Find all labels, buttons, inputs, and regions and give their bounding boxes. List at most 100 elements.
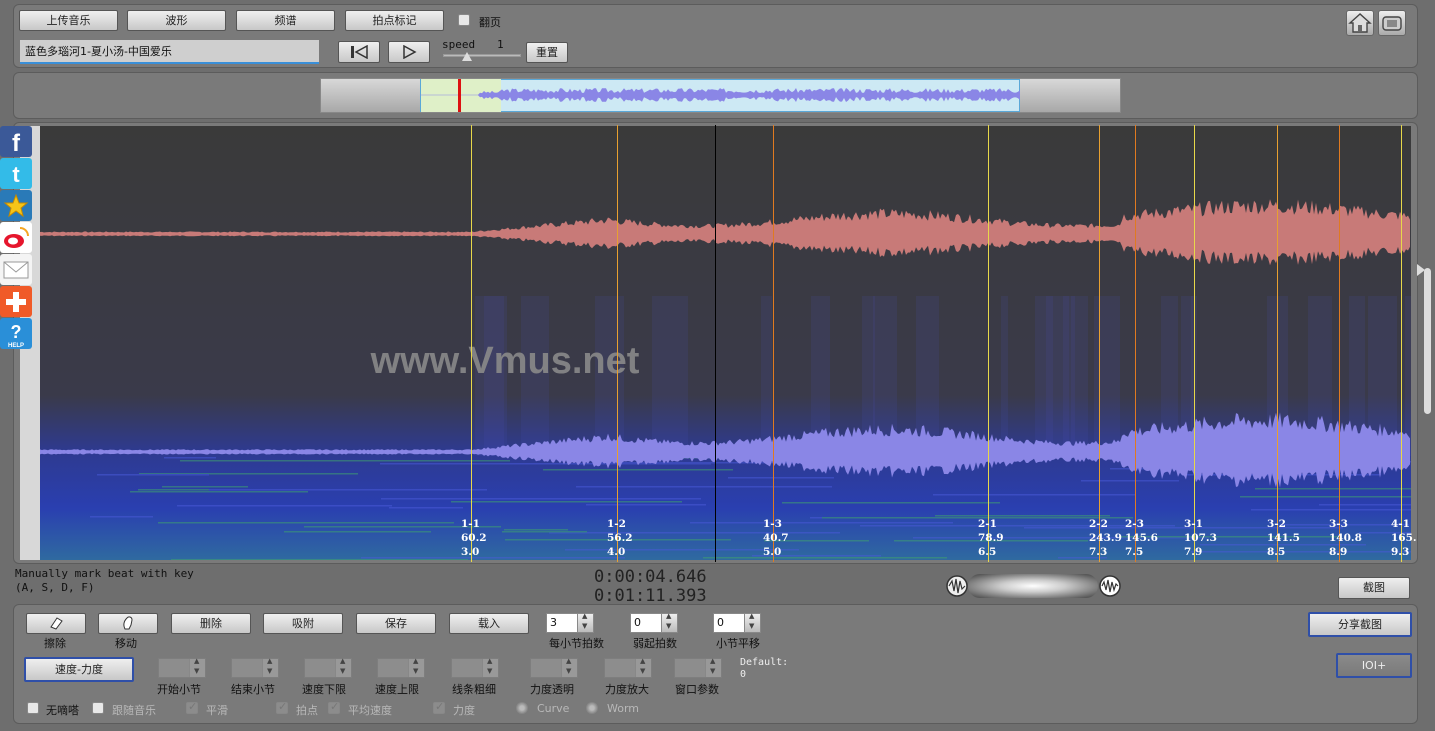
move-hand-icon [123, 616, 133, 630]
hint-line-2: (A, S, D, F) [15, 581, 95, 594]
spectrum-button[interactable]: 频谱 [236, 10, 335, 31]
skip-back-icon [351, 44, 368, 60]
facebook-share-button[interactable]: f [0, 126, 32, 157]
overview-strip[interactable] [320, 78, 1121, 113]
erase-button[interactable] [26, 613, 86, 634]
force-label: 力度 [453, 704, 475, 717]
beat-marker-bar: 1-3 [763, 518, 782, 530]
bar-shift-stepper[interactable]: 0 [713, 612, 761, 633]
beat-marker-line[interactable] [1401, 125, 1402, 562]
smooth-checkbox[interactable] [186, 700, 198, 714]
flip-page-checkbox[interactable] [458, 14, 470, 26]
beat-marker-label: 1-3 40.7 5.0 [763, 517, 789, 559]
overview-waveform [420, 88, 1020, 102]
beat-marker-line[interactable] [988, 125, 989, 562]
scroll-arrow[interactable] [1417, 264, 1425, 276]
beat-marker-label: 2-2 243.9 7.3 [1089, 517, 1122, 559]
beat-marker-line[interactable] [471, 125, 472, 562]
beat-marker-label: 2-3 145.6 7.5 [1125, 517, 1158, 559]
song-title-text: 蓝色多瑙河1-夏小汤-中国爱乐 [25, 45, 172, 58]
beat-marker-label: 1-2 56.2 4.0 [607, 517, 633, 559]
curve-radio[interactable] [516, 702, 528, 714]
fullscreen-button[interactable] [1378, 10, 1406, 36]
beat-marker-line[interactable] [1135, 125, 1136, 562]
beat-marker-bar: 2-2 [1089, 518, 1108, 530]
start-bar-label: 开始小节 [157, 683, 201, 696]
weibo-share-button[interactable] [0, 222, 32, 253]
load-button[interactable]: 载入 [449, 613, 529, 634]
plus-share-button[interactable] [0, 286, 32, 317]
vertical-scrollbar[interactable] [1424, 268, 1431, 414]
beat-marker-label: 1-1 60.2 3.0 [461, 517, 487, 559]
play-button[interactable] [388, 41, 430, 63]
beats-per-bar-stepper[interactable]: 3 [546, 612, 594, 633]
beat-marker-line[interactable] [773, 125, 774, 562]
smooth-label: 平滑 [206, 704, 228, 717]
help-share-button[interactable]: ? HELP [0, 318, 32, 349]
start-bar-stepper[interactable] [158, 657, 206, 678]
volume-slider[interactable] [946, 573, 1122, 599]
pickup-beats-stepper[interactable]: 0 [630, 612, 678, 633]
speed-force-button[interactable]: 速度-力度 [24, 657, 134, 682]
no-click-checkbox[interactable] [27, 702, 39, 714]
beat-marker-line[interactable] [617, 125, 618, 562]
line-width-stepper[interactable] [451, 657, 499, 678]
end-bar-stepper[interactable] [231, 657, 279, 678]
ioi-button[interactable]: IOI+ [1336, 653, 1412, 678]
rewind-button[interactable] [338, 41, 380, 63]
beat-marker-tempo: 78.9 [978, 532, 1004, 544]
delete-button[interactable]: 删除 [171, 613, 251, 634]
beat-marker-tempo: 60.2 [461, 532, 487, 544]
share-screenshot-button[interactable]: 分享截图 [1308, 612, 1412, 637]
beat-marker-line[interactable] [1099, 125, 1100, 562]
waveform-button[interactable]: 波形 [127, 10, 226, 31]
volume-track[interactable] [968, 574, 1098, 598]
song-title-field[interactable]: 蓝色多瑙河1-夏小汤-中国爱乐 [20, 40, 319, 64]
force-scale-stepper[interactable] [604, 657, 652, 678]
twitter-share-button[interactable]: t [0, 158, 32, 189]
speed-min-stepper[interactable] [304, 657, 352, 678]
spectrogram-canvas[interactable]: www.Vmus.net [40, 126, 1411, 560]
no-click-label: 无嘀嗒 [46, 704, 79, 717]
window-param-label: 窗口参数 [675, 683, 719, 696]
beat-marker-bar: 1-1 [461, 518, 480, 530]
beat-marker-bar: 2-1 [978, 518, 997, 530]
speed-max-stepper[interactable] [377, 657, 425, 678]
upload-music-button[interactable]: 上传音乐 [19, 10, 118, 31]
beat-mark-button[interactable]: 拍点标记 [345, 10, 444, 31]
svg-text:?: ? [11, 322, 22, 342]
beat-point-label: 拍点 [296, 704, 318, 717]
speed-slider-track[interactable] [443, 54, 521, 57]
move-button[interactable] [98, 613, 158, 634]
force-alpha-stepper[interactable] [530, 657, 578, 678]
beat-marker-line[interactable] [1339, 125, 1340, 562]
mail-share-button[interactable] [0, 254, 32, 285]
follow-music-checkbox[interactable] [92, 702, 104, 714]
beat-marker-tempo: 141.5 [1267, 532, 1300, 544]
reset-button[interactable]: 重置 [526, 42, 568, 63]
beat-point-checkbox[interactable] [276, 700, 288, 714]
playhead-line[interactable] [715, 125, 716, 562]
speed-min-label: 速度下限 [302, 683, 346, 696]
svg-text:t: t [12, 162, 20, 187]
beat-marker-time: 5.0 [763, 546, 782, 558]
home-button[interactable] [1346, 10, 1374, 36]
window-param-stepper[interactable] [674, 657, 722, 678]
beat-marker-line[interactable] [1277, 125, 1278, 562]
avg-speed-checkbox[interactable] [328, 700, 340, 714]
move-label: 移动 [115, 637, 137, 650]
worm-radio[interactable] [586, 702, 598, 714]
beat-marker-line[interactable] [1194, 125, 1195, 562]
force-checkbox[interactable] [433, 700, 445, 714]
star-share-button[interactable] [0, 190, 32, 221]
beat-marker-tempo: 40.7 [763, 532, 789, 544]
speed-slider-thumb[interactable] [462, 52, 472, 61]
save-button[interactable]: 保存 [356, 613, 436, 634]
curve-label: Curve [537, 702, 570, 715]
overview-playhead[interactable] [458, 79, 461, 112]
snap-button[interactable]: 吸附 [263, 613, 343, 634]
beat-marker-label: 3-1 107.3 7.9 [1184, 517, 1217, 559]
beat-marker-tempo: 56.2 [607, 532, 633, 544]
screenshot-button[interactable]: 截图 [1338, 577, 1410, 599]
pickup-beats-label: 弱起拍数 [633, 637, 677, 650]
